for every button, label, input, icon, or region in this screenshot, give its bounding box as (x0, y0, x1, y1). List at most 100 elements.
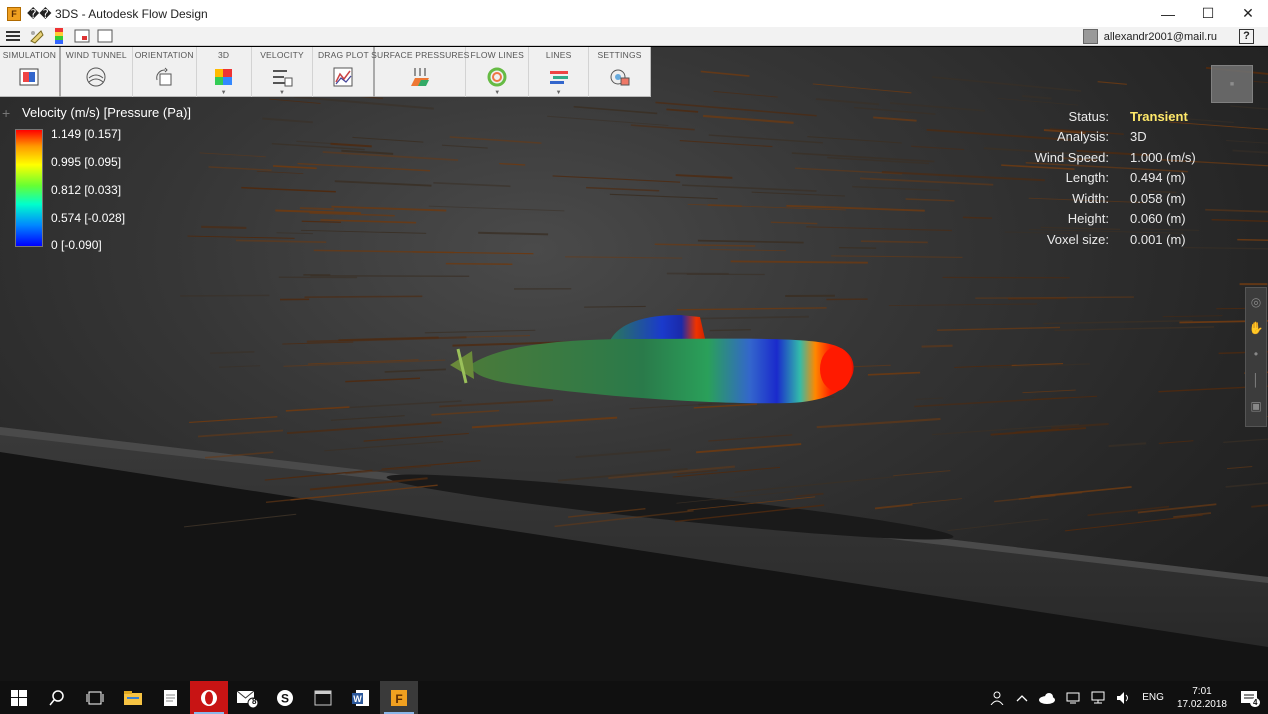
account-area: allexandr2001@mail.ru ? (1082, 27, 1254, 46)
flow-streak (565, 256, 683, 259)
help-button[interactable]: ? (1239, 29, 1254, 44)
start-button[interactable] (0, 681, 38, 714)
terminal-button[interactable] (304, 681, 342, 714)
close-button[interactable]: ✕ (1228, 0, 1268, 27)
flow-streak (860, 240, 928, 244)
flow-streak (630, 124, 695, 131)
flow-streak (734, 476, 895, 493)
zoom-dot-icon[interactable]: • (1248, 346, 1264, 362)
flow-streak (428, 205, 565, 212)
chevron-up-icon[interactable] (1016, 693, 1028, 703)
flow-streak (795, 492, 824, 498)
window-quick-icon[interactable] (95, 27, 115, 45)
chevron-down-icon[interactable]: ▼ (221, 90, 227, 96)
flow-streak (272, 165, 317, 170)
flow-streak (300, 229, 427, 234)
chevron-down-icon[interactable]: ▼ (556, 90, 562, 96)
notifications-button[interactable]: 4 (1240, 690, 1261, 707)
cloud-icon[interactable] (1038, 692, 1056, 704)
flow-streak (1108, 442, 1147, 448)
tab-3d[interactable]: 3D ▼ (197, 47, 252, 97)
chevron-down-icon[interactable]: ▼ (494, 90, 500, 96)
flow-streak (874, 503, 913, 510)
flow-streak (838, 246, 877, 249)
word-button[interactable]: W (342, 681, 380, 714)
flow-streak (352, 136, 424, 143)
legend-title: Velocity (m/s) [Pressure (Pa)] (22, 105, 192, 120)
flow-streak (1223, 438, 1268, 443)
notepad-icon (164, 689, 177, 706)
submarine-model[interactable] (450, 315, 854, 404)
mail-button[interactable]: 8 (228, 681, 266, 714)
clock[interactable]: 7:01 17.02.2018 (1177, 685, 1227, 711)
length-row: Length: 0.494 (m) (1065, 170, 1186, 185)
file-explorer-button[interactable] (114, 681, 152, 714)
account-email[interactable]: allexandr2001@mail.ru (1104, 31, 1217, 43)
navigation-bar: ◎ ✋ • │ ▣ (1245, 287, 1267, 427)
search-button[interactable] (38, 681, 76, 714)
legend-tick-4: 0.574 [-0.028] (51, 211, 126, 225)
app-icon: F (7, 6, 21, 21)
flow-streak (276, 232, 313, 235)
flow-streak (911, 145, 965, 151)
flow-streak (1237, 238, 1268, 241)
chevron-down-icon[interactable]: ▼ (279, 90, 285, 96)
flow-streak (859, 177, 994, 186)
avatar[interactable] (1082, 29, 1098, 44)
pan-hand-icon[interactable]: ✋ (1248, 320, 1264, 336)
tab-lines[interactable]: LINES ▼ (529, 47, 590, 97)
volume-icon[interactable] (1116, 691, 1132, 705)
flow-streak (460, 335, 531, 338)
display-quick-icon[interactable] (72, 27, 92, 45)
skype-button[interactable]: S (266, 681, 304, 714)
flow-design-button[interactable]: F (380, 681, 418, 714)
flow-streak (330, 142, 372, 148)
flow-streak (1211, 219, 1268, 223)
view-cube[interactable]: ■ (1211, 65, 1253, 103)
tab-velocity[interactable]: VELOCITY ▼ (252, 47, 314, 97)
flow-streak (1226, 140, 1268, 144)
notepad-button[interactable] (152, 681, 190, 714)
people-icon[interactable] (990, 691, 1006, 705)
flow-streak (675, 174, 733, 179)
camera-icon[interactable]: ▣ (1248, 398, 1264, 414)
minimize-button[interactable]: — (1148, 0, 1188, 27)
tab-orientation[interactable]: ORIENTATION (133, 47, 197, 97)
zoom-slider-icon[interactable]: │ (1248, 372, 1264, 388)
flow-streak (609, 193, 718, 200)
legend-move-icon[interactable]: + (2, 105, 10, 121)
flow-streak (888, 303, 1038, 307)
tab-surface-pressures[interactable]: SURFACE PRESSURES (371, 47, 469, 97)
flow-streak (1225, 482, 1268, 488)
task-view-button[interactable] (76, 681, 114, 714)
start-icon (11, 689, 27, 706)
flow-streak (241, 186, 336, 193)
tab-wind-tunnel[interactable]: WIND TUNNEL (61, 47, 133, 97)
color-scale-quick-icon[interactable] (49, 27, 69, 45)
flow-streak (1064, 514, 1203, 532)
flow-streak (910, 498, 962, 505)
wind-tunnel-quick-icon[interactable] (26, 27, 46, 45)
flow-streak (703, 114, 794, 124)
tab-simulation[interactable]: SIMULATION (0, 47, 61, 97)
flow-streak (654, 243, 756, 247)
flow-streak (478, 231, 549, 236)
flow-streak (299, 207, 335, 211)
maximize-button[interactable]: ☐ (1188, 0, 1228, 27)
flow-lines-icon (485, 65, 509, 89)
opera-button[interactable] (190, 681, 228, 714)
device-icon[interactable] (1066, 692, 1080, 704)
tab-flow-lines[interactable]: FLOW LINES ▼ (466, 47, 530, 97)
menu-icon[interactable] (3, 27, 23, 45)
flow-streak (301, 220, 341, 223)
orbit-icon[interactable]: ◎ (1248, 294, 1264, 310)
flow-streak (210, 350, 255, 355)
tab-settings[interactable]: SETTINGS (589, 47, 650, 97)
flow-streak (708, 434, 793, 442)
flow-streak (947, 518, 1049, 532)
tab-drag-plot[interactable]: DRAG PLOT (313, 47, 376, 97)
height-row: Height: 0.060 (m) (1067, 211, 1186, 226)
language-indicator[interactable]: ENG (1142, 692, 1164, 703)
3d-viewport[interactable]: + Velocity (m/s) [Pressure (Pa)] 1.149 [… (0, 47, 1268, 681)
network-icon[interactable] (1090, 691, 1106, 705)
